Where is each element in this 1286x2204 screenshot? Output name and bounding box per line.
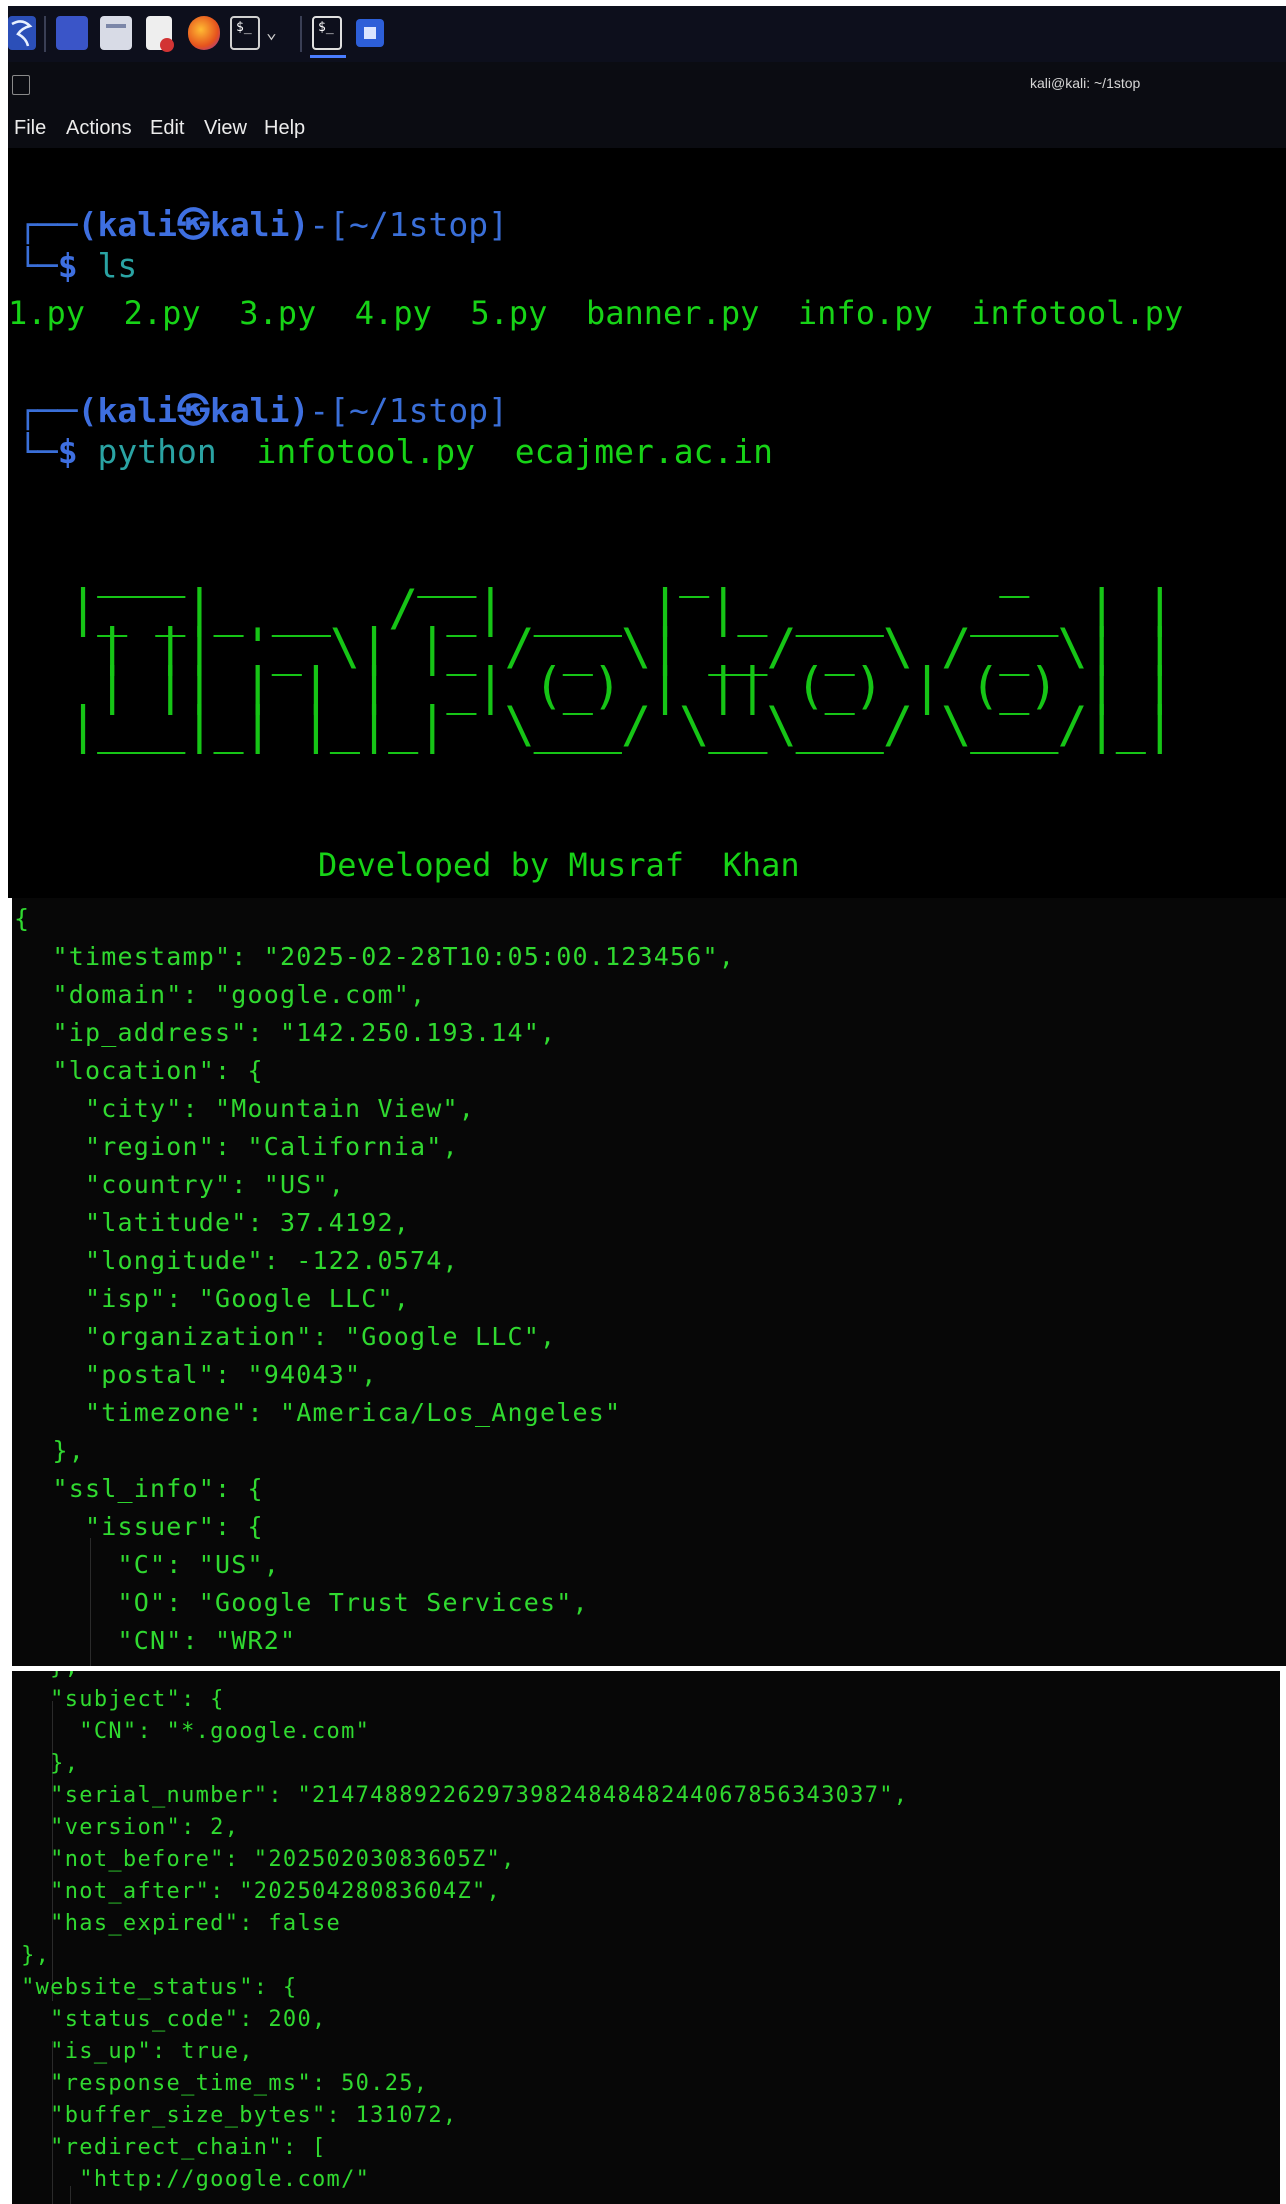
json-line: "organization": "Google LLC", <box>20 1322 557 1351</box>
json-line: "buffer_size_bytes": 131072, <box>12 2103 458 2128</box>
json-line: "ssl_info": { <box>20 1474 264 1503</box>
prompt-user: (kali㉿kali) <box>77 205 310 244</box>
prompt-dir: [~/1stop] <box>329 391 508 430</box>
ascii-banner: ___ __ _ _ |_ _|_ __ / _| ___ | |_ ___ _… <box>68 540 1175 754</box>
json-line: "is_up": true, <box>12 2039 254 2064</box>
terminal-output[interactable]: ┌──(kali㉿kali)-[~/1stop] └─$ ls 1.py 2.p… <box>8 148 1286 898</box>
menu-actions[interactable]: Actions <box>66 117 132 140</box>
json-line: "C": "US", <box>20 1550 281 1579</box>
json-line: "issuer": { <box>20 1512 264 1541</box>
json-output-panel: }, "subject": { "CN": "*.google.com" }, … <box>12 1671 1280 2204</box>
json-line: "timezone": "America/Los_Angeles" <box>20 1398 622 1427</box>
json-line: "not_before": "20250203083605Z", <box>12 1847 516 1872</box>
json-line: "CN": "*.google.com" <box>12 1719 371 1744</box>
window-titlebar[interactable]: kali@kali: ~/1stop <box>8 62 1286 108</box>
json-line: "domain": "google.com", <box>20 980 427 1009</box>
json-line: "has_expired": false <box>12 1911 342 1936</box>
chevron-down-icon[interactable]: ⌄ <box>266 22 282 56</box>
json-line: }, <box>50 1751 80 1776</box>
prompt-line: ┌──(kali㉿kali)-[~/1stop] <box>18 205 508 244</box>
json-line: "postal": "94043", <box>20 1360 378 1389</box>
json-line: }, <box>20 1436 86 1465</box>
json-line: }, <box>12 1671 79 1680</box>
file-manager-icon[interactable] <box>100 16 132 50</box>
json-line: "not_after": "20250428083604Z", <box>12 1879 502 1904</box>
json-line: "longitude": -122.0574, <box>20 1246 459 1275</box>
prompt-dir: [~/1stop] <box>329 205 508 244</box>
menu-file[interactable]: File <box>14 117 46 140</box>
json-line: "country": "US", <box>20 1170 346 1199</box>
json-line: "serial_number": "2147488922629739824848… <box>12 1783 909 1808</box>
menu-view[interactable]: View <box>204 117 247 140</box>
json-line: "response_time_ms": 50.25, <box>12 2071 429 2096</box>
terminal-icon <box>12 75 30 95</box>
text-editor-icon[interactable] <box>146 16 174 52</box>
developer-credit: Developed by Musraf Khan <box>318 846 800 884</box>
prompt-line: ┌──(kali㉿kali)-[~/1stop] <box>18 391 508 430</box>
workspace-icon[interactable] <box>56 16 88 50</box>
json-line: "status_code": 200, <box>12 2007 327 2032</box>
terminal-icon[interactable]: $_ <box>230 16 260 50</box>
json-line: "ip_address": "142.250.193.14", <box>20 1018 557 1047</box>
json-line: "website_status": { <box>12 1975 298 2000</box>
command-args: infotool.py ecajmer.ac.in <box>256 432 774 471</box>
ls-output: 1.py 2.py 3.py 4.py 5.py banner.py info.… <box>8 294 1184 332</box>
firefox-icon[interactable] <box>188 16 220 50</box>
kali-menu-icon[interactable] <box>8 16 36 50</box>
json-line: "O": "Google Trust Services", <box>20 1588 589 1617</box>
taskbar-separator <box>44 16 46 52</box>
menu-bar: File Actions Edit View Help <box>8 108 1286 148</box>
command-line: └─$ ls <box>18 246 138 285</box>
prompt-user: (kali㉿kali) <box>77 391 310 430</box>
command-text: ls <box>97 246 138 285</box>
command-program: python <box>97 432 217 471</box>
json-line: "CN": "WR2" <box>20 1626 297 1655</box>
taskbar-separator <box>300 16 302 52</box>
terminal-active-icon[interactable]: $_ <box>310 16 346 58</box>
json-line: { <box>14 904 31 933</box>
command-line: └─$ python infotool.py ecajmer.ac.in <box>18 432 774 471</box>
json-line: "http://google.com/" <box>12 2167 371 2192</box>
json-output-panel: { "timestamp": "2025-02-28T10:05:00.1234… <box>12 898 1286 1666</box>
window-title: kali@kali: ~/1stop <box>1030 75 1141 91</box>
json-line: "city": "Mountain View", <box>20 1094 476 1123</box>
taskbar: $_ ⌄ $_ <box>8 6 1286 62</box>
json-line: }, <box>21 1943 51 1968</box>
menu-edit[interactable]: Edit <box>150 117 184 140</box>
json-line: "redirect_chain": [ <box>12 2135 327 2160</box>
json-line: "version": 2, <box>12 1815 240 1840</box>
app-icon[interactable] <box>356 19 384 47</box>
json-line: "region": "California", <box>20 1132 459 1161</box>
menu-help[interactable]: Help <box>264 117 305 140</box>
json-line: "latitude": 37.4192, <box>20 1208 411 1237</box>
json-line: "isp": "Google LLC", <box>20 1284 411 1313</box>
json-line: "subject": { <box>12 1687 225 1712</box>
json-line: "timestamp": "2025-02-28T10:05:00.123456… <box>20 942 736 971</box>
json-line: "location": { <box>20 1056 264 1085</box>
